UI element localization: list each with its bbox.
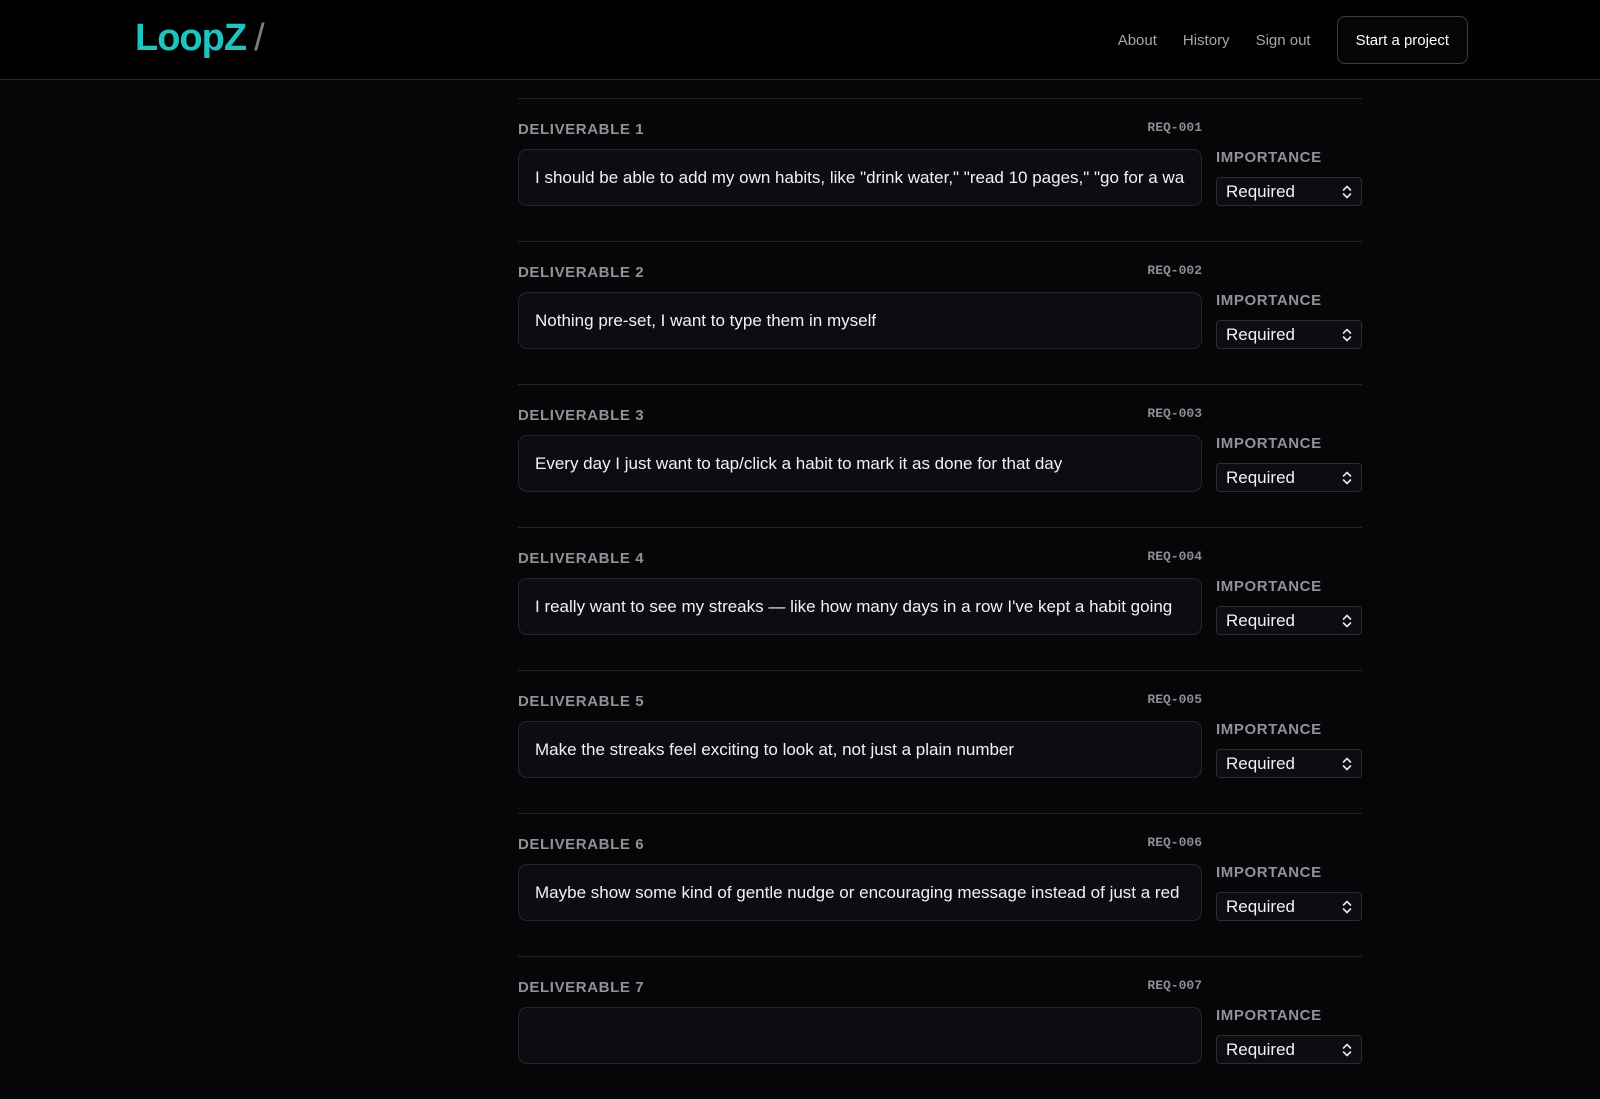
importance-label: IMPORTANCE <box>1216 864 1322 881</box>
requirement-id: REQ-006 <box>1147 835 1202 850</box>
deliverable-text: I really want to see my streaks — like h… <box>535 596 1173 616</box>
importance-label: IMPORTANCE <box>1216 292 1322 309</box>
brand-separator: / <box>254 17 265 59</box>
brand-logo[interactable]: LoopZ / <box>135 17 265 60</box>
requirement-id: REQ-003 <box>1147 406 1202 421</box>
importance-value: Required <box>1226 896 1295 916</box>
importance-select[interactable]: Required <box>1216 606 1362 635</box>
deliverable-item: DELIVERABLE 2 REQ-002 Nothing pre-set, I w… <box>518 241 1362 384</box>
nav-links: About History Sign out Start a project <box>1118 16 1468 64</box>
chevron-up-down-icon <box>1342 757 1352 770</box>
deliverable-text: Make the streaks feel exciting to look a… <box>535 739 1015 759</box>
deliverable-title: DELIVERABLE 5 <box>518 693 645 710</box>
deliverable-item: DELIVERABLE 5 REQ-005 Make the streaks fee… <box>518 670 1362 813</box>
brand-name: LoopZ <box>135 17 247 59</box>
requirement-id: REQ-002 <box>1147 263 1202 278</box>
requirement-id: REQ-007 <box>1147 978 1202 993</box>
deliverable-title: DELIVERABLE 6 <box>518 836 645 853</box>
importance-value: Required <box>1226 181 1295 201</box>
nav-about-link[interactable]: About <box>1118 32 1157 49</box>
deliverable-text-field[interactable]: Maybe show some kind of gentle nudge or … <box>518 864 1202 921</box>
deliverable-text-field[interactable]: I should be able to add my own habits, l… <box>518 149 1202 206</box>
top-navigation-bar: LoopZ / About History Sign out Start a p… <box>0 0 1600 80</box>
deliverable-text-field[interactable] <box>518 1007 1202 1064</box>
deliverable-text: Every day I just want to tap/click a hab… <box>535 453 1063 473</box>
chevron-up-down-icon <box>1342 1043 1352 1056</box>
importance-value: Required <box>1226 610 1295 630</box>
deliverable-item: DELIVERABLE 7 REQ-007 IMPORTANCE Required <box>518 956 1362 1099</box>
deliverable-item: DELIVERABLE 1 REQ-001 I should be able to … <box>518 98 1362 241</box>
deliverable-text-field[interactable]: Nothing pre-set, I want to type them in … <box>518 292 1202 349</box>
importance-value: Required <box>1226 467 1295 487</box>
deliverable-text-field[interactable]: I really want to see my streaks — like h… <box>518 578 1202 635</box>
importance-label: IMPORTANCE <box>1216 435 1322 452</box>
nav-history-link[interactable]: History <box>1183 32 1230 49</box>
importance-select[interactable]: Required <box>1216 177 1362 206</box>
deliverable-title: DELIVERABLE 4 <box>518 550 645 567</box>
deliverable-list: DELIVERABLE 1 REQ-001 I should be able to … <box>518 98 1362 1099</box>
deliverable-text: Maybe show some kind of gentle nudge or … <box>535 882 1185 902</box>
importance-select[interactable]: Required <box>1216 892 1362 921</box>
importance-label: IMPORTANCE <box>1216 721 1322 738</box>
importance-value: Required <box>1226 1039 1295 1059</box>
requirement-id: REQ-005 <box>1147 692 1202 707</box>
importance-select[interactable]: Required <box>1216 320 1362 349</box>
deliverable-item: DELIVERABLE 4 REQ-004 I really want to see… <box>518 527 1362 670</box>
nav-sign-out-link[interactable]: Sign out <box>1256 32 1311 49</box>
importance-select[interactable]: Required <box>1216 1035 1362 1064</box>
importance-value: Required <box>1226 324 1295 344</box>
chevron-up-down-icon <box>1342 471 1352 484</box>
deliverable-title: DELIVERABLE 3 <box>518 407 645 424</box>
deliverable-title: DELIVERABLE 1 <box>518 121 645 138</box>
deliverable-item: DELIVERABLE 6 REQ-006 Maybe show some kind… <box>518 813 1362 956</box>
importance-select[interactable]: Required <box>1216 749 1362 778</box>
deliverable-text-field[interactable]: Make the streaks feel exciting to look a… <box>518 721 1202 778</box>
deliverable-item: DELIVERABLE 3 REQ-003 Every day I just wan… <box>518 384 1362 527</box>
chevron-up-down-icon <box>1342 328 1352 341</box>
deliverable-text-field[interactable]: Every day I just want to tap/click a hab… <box>518 435 1202 492</box>
importance-label: IMPORTANCE <box>1216 149 1322 166</box>
importance-label: IMPORTANCE <box>1216 1007 1322 1024</box>
chevron-up-down-icon <box>1342 900 1352 913</box>
requirement-id: REQ-004 <box>1147 549 1202 564</box>
deliverable-text: I should be able to add my own habits, l… <box>535 167 1185 187</box>
deliverable-text: Nothing pre-set, I want to type them in … <box>535 310 877 330</box>
deliverable-title: DELIVERABLE 2 <box>518 264 645 281</box>
importance-label: IMPORTANCE <box>1216 578 1322 595</box>
requirement-id: REQ-001 <box>1147 120 1202 135</box>
chevron-up-down-icon <box>1342 185 1352 198</box>
chevron-up-down-icon <box>1342 614 1352 627</box>
importance-select[interactable]: Required <box>1216 463 1362 492</box>
importance-value: Required <box>1226 753 1295 773</box>
start-project-button[interactable]: Start a project <box>1336 16 1468 64</box>
deliverable-title: DELIVERABLE 7 <box>518 979 645 996</box>
